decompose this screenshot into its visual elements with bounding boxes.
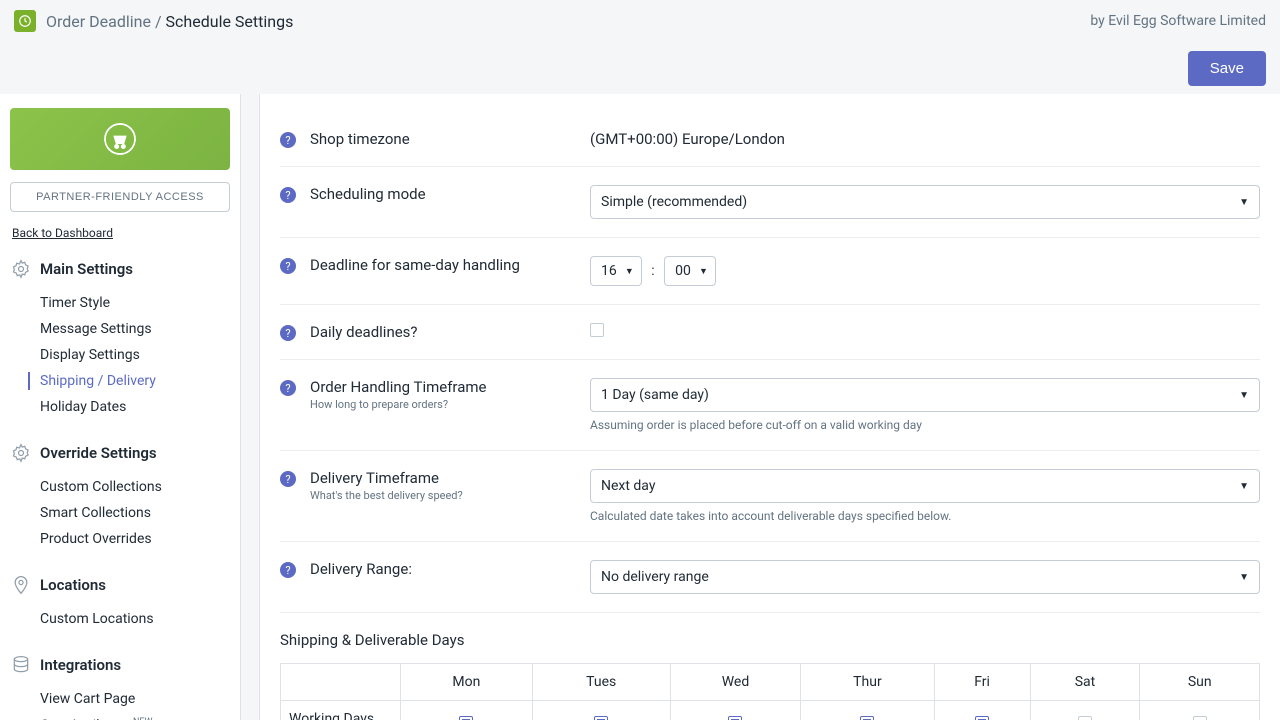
handling-timeframe-select[interactable]: 1 Day (same day) (590, 378, 1260, 412)
app-logo (14, 10, 36, 32)
nav-smart-collections[interactable]: Smart Collections (40, 500, 230, 526)
timezone-value: (GMT+00:00) Europe/London (590, 130, 1260, 148)
handling-note: Assuming order is placed before cut-off … (590, 418, 1260, 432)
help-icon[interactable]: ? (280, 258, 296, 274)
gear-icon (10, 258, 32, 280)
timezone-label: Shop timezone (310, 130, 590, 148)
breadcrumb: Order Deadline / Schedule Settings (46, 12, 293, 31)
delivery-sublabel: What's the best delivery speed? (310, 489, 590, 502)
breadcrumb-current: Schedule Settings (166, 12, 294, 31)
range-label: Delivery Range: (310, 560, 590, 578)
save-button[interactable]: Save (1188, 51, 1266, 86)
delivery-label: Delivery Timeframe (310, 469, 590, 487)
day-checkbox[interactable] (1078, 716, 1092, 720)
gear-icon (10, 442, 32, 464)
delivery-note: Calculated date takes into account deliv… (590, 509, 1260, 523)
nav-section-locations: Locations (40, 576, 106, 594)
scheduling-mode-select[interactable]: Simple (recommended) (590, 185, 1260, 219)
nav-custom-collections[interactable]: Custom Collections (40, 474, 230, 500)
help-icon[interactable]: ? (280, 471, 296, 487)
day-header-wed: Wed (670, 664, 801, 701)
pin-icon (10, 574, 32, 596)
day-header-sat: Sat (1030, 664, 1140, 701)
back-to-dashboard-link[interactable]: Back to Dashboard (10, 226, 230, 240)
days-table: Mon Tues Wed Thur Fri Sat Sun Working Da… (280, 663, 1260, 720)
deadline-minute-select[interactable]: 00 (664, 256, 716, 286)
day-header-fri: Fri (934, 664, 1030, 701)
nav-holiday-dates[interactable]: Holiday Dates (40, 394, 230, 420)
handling-label: Order Handling Timeframe (310, 378, 590, 396)
nav-product-overrides[interactable]: Product Overrides (40, 526, 230, 552)
nav-view-cart-page[interactable]: View Cart Page (40, 686, 230, 712)
day-checkbox[interactable] (459, 716, 473, 720)
nav-timer-style[interactable]: Timer Style (40, 290, 230, 316)
day-header-sun: Sun (1140, 664, 1260, 701)
partner-access-button[interactable]: PARTNER-FRIENDLY ACCESS (10, 182, 230, 212)
deadline-label: Deadline for same-day handling (310, 256, 590, 274)
help-icon[interactable]: ? (280, 325, 296, 341)
byline: by Evil Egg Software Limited (1090, 13, 1266, 29)
help-icon[interactable]: ? (280, 132, 296, 148)
day-header-thu: Thur (801, 664, 934, 701)
day-header-tue: Tues (532, 664, 670, 701)
nav-display-settings[interactable]: Display Settings (40, 342, 230, 368)
delivery-timeframe-select[interactable]: Next day (590, 469, 1260, 503)
mode-label: Scheduling mode (310, 185, 590, 203)
nav-shipping-delivery[interactable]: Shipping / Delivery (40, 368, 230, 394)
nav-custom-locations[interactable]: Custom Locations (40, 606, 230, 632)
delivery-range-select[interactable]: No delivery range (590, 560, 1260, 594)
sidebar-hero (10, 108, 230, 170)
day-header-mon: Mon (401, 664, 533, 701)
daily-deadlines-checkbox[interactable] (590, 323, 604, 337)
help-icon[interactable]: ? (280, 562, 296, 578)
day-checkbox[interactable] (975, 716, 989, 720)
help-icon[interactable]: ? (280, 380, 296, 396)
nav-section-main: Main Settings (40, 260, 133, 278)
help-icon[interactable]: ? (280, 187, 296, 203)
nav-message-settings[interactable]: Message Settings (40, 316, 230, 342)
database-icon (10, 654, 32, 676)
day-checkbox[interactable] (594, 716, 608, 720)
day-checkbox[interactable] (860, 716, 874, 720)
day-checkbox[interactable] (728, 716, 742, 720)
deadline-hour-select[interactable]: 16 (590, 256, 642, 286)
nav-section-override: Override Settings (40, 444, 157, 462)
nav-cart-attributes[interactable]: Cart AttributesNEW (40, 712, 230, 720)
breadcrumb-root[interactable]: Order Deadline (46, 12, 151, 31)
day-checkbox[interactable] (1193, 716, 1207, 720)
nav-section-integrations: Integrations (40, 656, 121, 674)
days-section-title: Shipping & Deliverable Days (280, 631, 1260, 649)
daily-label: Daily deadlines? (310, 323, 590, 341)
handling-sublabel: How long to prepare orders? (310, 398, 590, 411)
